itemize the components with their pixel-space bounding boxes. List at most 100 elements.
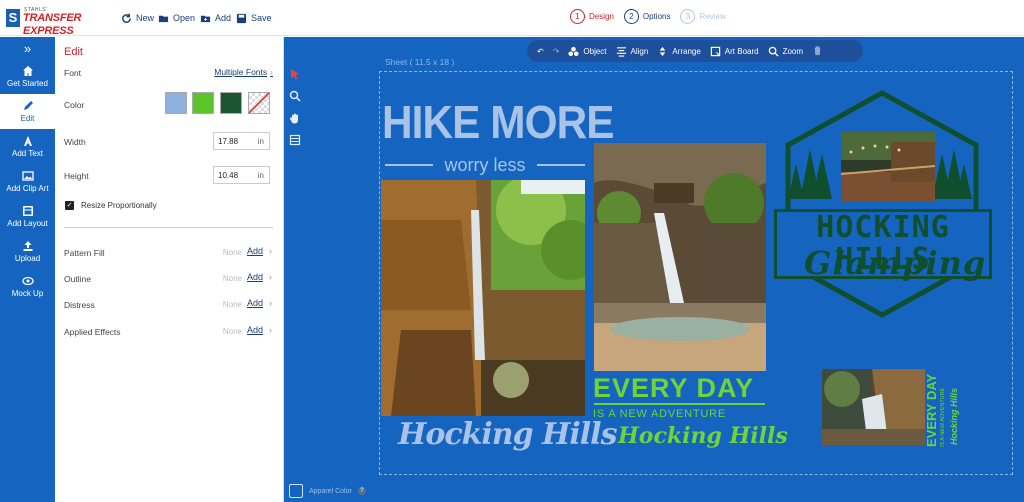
- step-number: 3: [680, 9, 696, 24]
- hocking-hills-script-1[interactable]: Hocking Hills: [398, 417, 617, 452]
- save-button[interactable]: Save: [236, 11, 272, 25]
- save-icon: [236, 13, 247, 23]
- glamping-deck-photo[interactable]: [841, 132, 935, 202]
- applied-effects-value: None: [222, 327, 242, 336]
- outline-label: Outline: [64, 274, 91, 284]
- height-input[interactable]: 10.48 in: [213, 166, 270, 184]
- hocking-hills-script-2[interactable]: Hocking Hills: [618, 423, 788, 449]
- select-tool-icon[interactable]: [289, 68, 301, 80]
- font-value: Multiple Fonts: [214, 67, 268, 77]
- no-color-slash-icon: [248, 92, 270, 114]
- waterfall-cliff-photo[interactable]: [381, 180, 585, 416]
- every-day-text[interactable]: EVERY DAY: [593, 373, 754, 404]
- help-icon[interactable]: ?: [357, 487, 366, 495]
- step-design[interactable]: 1 Design: [570, 9, 614, 24]
- resize-proportionally-label: Resize Proportionally: [81, 201, 157, 210]
- height-value: 10.48: [218, 171, 239, 180]
- apparel-color-swatch[interactable]: [289, 484, 303, 498]
- text-icon: [23, 136, 32, 146]
- nav-edit[interactable]: Edit: [0, 94, 55, 129]
- color-swatch-light-blue[interactable]: [165, 92, 187, 114]
- height-label: Height: [64, 171, 89, 181]
- step-review[interactable]: 3 Review: [680, 9, 726, 24]
- gorge-photo[interactable]: [822, 369, 925, 445]
- nav-label: Mock Up: [11, 289, 44, 298]
- art-board-label: Art Board: [724, 46, 759, 56]
- art-board-button[interactable]: Art Board: [710, 46, 759, 57]
- color-label: Color: [64, 100, 85, 110]
- open-label: Open: [173, 13, 196, 23]
- canvas-tools: [289, 68, 301, 146]
- worry-less-text[interactable]: worry less: [385, 155, 585, 176]
- nav-upload[interactable]: Upload: [0, 234, 55, 269]
- arrange-button[interactable]: Arrange: [657, 46, 701, 57]
- height-unit: in: [257, 171, 264, 180]
- add-button[interactable]: Add: [200, 11, 231, 25]
- distress-value: None: [222, 300, 242, 309]
- step-progress: 1 Design 2 Options 3 Review: [570, 9, 726, 24]
- brand-logo[interactable]: S STAHLS' TRANSFER EXPRESS: [6, 7, 106, 40]
- nav-get-started[interactable]: Get Started: [0, 59, 55, 94]
- collapse-nav-button[interactable]: »: [0, 37, 55, 59]
- layout-icon: [22, 206, 33, 216]
- outline-add-button[interactable]: Add: [247, 272, 263, 282]
- open-button[interactable]: Open: [158, 11, 195, 25]
- object-button[interactable]: Object: [568, 46, 607, 57]
- pattern-fill-add-button[interactable]: Add: [247, 246, 263, 256]
- divider-line: [594, 403, 765, 405]
- align-button[interactable]: Align: [616, 46, 648, 57]
- arrange-icon: [660, 46, 666, 56]
- undo-icon[interactable]: ↶: [537, 47, 544, 56]
- layers-icon[interactable]: [289, 134, 301, 146]
- nav-add-text[interactable]: Add Text: [0, 129, 55, 164]
- arrange-label: Arrange: [672, 46, 701, 56]
- hike-more-text[interactable]: HIKE MORE: [382, 95, 614, 149]
- applied-effects-add-button[interactable]: Add: [247, 325, 263, 335]
- redo-icon[interactable]: ↷: [553, 47, 560, 56]
- step-number: 1: [570, 9, 585, 24]
- home-icon: [22, 66, 33, 76]
- pan-hand-icon[interactable]: [289, 112, 301, 124]
- applied-effects-label: Applied Effects: [64, 327, 121, 337]
- distress-add-button[interactable]: Add: [247, 298, 263, 308]
- glamping-logo[interactable]: [764, 89, 1000, 319]
- left-nav: » Get Started Edit Add Text Add Clip Art…: [0, 37, 55, 502]
- step-label: Options: [642, 12, 671, 21]
- design-canvas[interactable]: ↶ ↷ Object Align Arrange Art Board Zoom …: [284, 37, 1024, 502]
- font-selector[interactable]: Multiple Fonts ›: [214, 67, 273, 77]
- new-button[interactable]: New: [121, 11, 154, 25]
- chevron-right-icon: ›: [270, 67, 273, 77]
- brand-name: TRANSFER EXPRESS: [23, 12, 106, 40]
- new-adventure-text[interactable]: IS A NEW ADVENTURE: [593, 408, 726, 420]
- width-input[interactable]: 17.88 in: [213, 132, 270, 150]
- color-swatch-dark-green[interactable]: [220, 92, 242, 114]
- color-swatch-green[interactable]: [192, 92, 214, 114]
- edit-panel: Edit Font Multiple Fonts › Color Width 17…: [55, 37, 284, 502]
- zoom-tool-icon[interactable]: [289, 90, 301, 102]
- glamping-logo-script[interactable]: Glamping: [804, 244, 985, 282]
- zoom-button[interactable]: Zoom: [768, 46, 803, 57]
- image-icon: [21, 171, 34, 181]
- font-label: Font: [64, 68, 82, 78]
- save-label: Save: [251, 13, 272, 23]
- step-options[interactable]: 2 Options: [623, 9, 671, 24]
- nav-mock-up[interactable]: Mock Up: [0, 269, 55, 304]
- step-number: 2: [623, 9, 639, 24]
- vertical-hocking-hills-text[interactable]: Hocking Hills: [949, 375, 961, 445]
- apparel-color-control: Apparel Color ?: [289, 484, 366, 498]
- width-label: Width: [64, 137, 86, 147]
- nav-add-layout[interactable]: Add Layout: [0, 199, 55, 234]
- trash-icon[interactable]: [812, 45, 823, 58]
- outline-value: None: [222, 274, 242, 283]
- step-label: Design: [589, 12, 614, 21]
- pencil-icon: [23, 101, 33, 110]
- align-icon: [616, 46, 626, 57]
- chevron-right-icon: ›: [269, 325, 272, 335]
- nav-add-clip-art[interactable]: Add Clip Art: [0, 164, 55, 199]
- object-label: Object: [583, 46, 607, 56]
- cedar-falls-photo[interactable]: [594, 143, 766, 371]
- shapes-icon: [568, 46, 579, 56]
- resize-proportionally-checkbox[interactable]: ✓: [65, 201, 74, 210]
- color-swatch-transparent[interactable]: [248, 92, 270, 114]
- distress-label: Distress: [64, 300, 95, 310]
